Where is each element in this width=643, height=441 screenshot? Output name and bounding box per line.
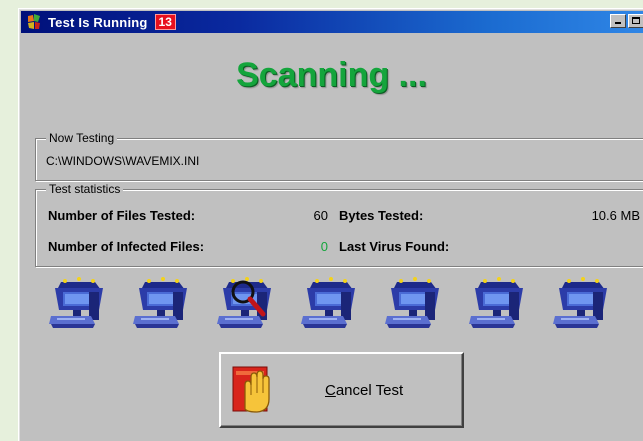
stop-hand-icon (231, 365, 279, 415)
computer-icon (551, 276, 615, 336)
test-running-window: Test Is Running 13 Scanning ... Now Test… (18, 8, 643, 441)
computer-icon (467, 276, 531, 336)
infected-files-label: Number of Infected Files: (48, 239, 205, 254)
maximize-icon (632, 17, 640, 24)
scanning-headline: Scanning ... (236, 56, 427, 94)
minimize-button[interactable] (610, 14, 626, 28)
cancel-test-label: Cancel Test (325, 381, 404, 399)
window-title: Test Is Running (48, 14, 148, 30)
scan-progress-icons (47, 276, 637, 336)
files-tested-value: 60 (313, 208, 328, 223)
files-tested-label: Number of Files Tested: (48, 208, 196, 223)
test-statistics-legend: Test statistics (46, 182, 124, 196)
last-virus-label: Last Virus Found: (339, 239, 450, 254)
current-file-path: C:\WINDOWS\WAVEMIX.INI (46, 154, 200, 168)
test-statistics-group: Test statistics Number of Files Tested: … (35, 182, 643, 267)
computer-icon (47, 276, 111, 336)
computer-icon (383, 276, 447, 336)
now-testing-group: Now Testing C:\WINDOWS\WAVEMIX.INI (35, 131, 643, 181)
antivirus-app-icon (25, 13, 43, 31)
computer-icon (131, 276, 195, 336)
title-bar-buttons (610, 14, 643, 28)
scanning-computer-icon (215, 276, 279, 336)
computer-icon (299, 276, 363, 336)
title-bar[interactable]: Test Is Running 13 (21, 11, 643, 33)
maximize-button[interactable] (628, 14, 643, 28)
cancel-test-button[interactable]: Cancel Test (219, 352, 464, 428)
infected-files-value: 0 (320, 239, 328, 254)
running-count-badge: 13 (154, 14, 176, 30)
now-testing-legend: Now Testing (46, 131, 118, 145)
bytes-tested-label: Bytes Tested: (339, 208, 424, 223)
minimize-icon (615, 22, 621, 24)
bytes-tested-value: 10.6 MB (591, 208, 640, 223)
